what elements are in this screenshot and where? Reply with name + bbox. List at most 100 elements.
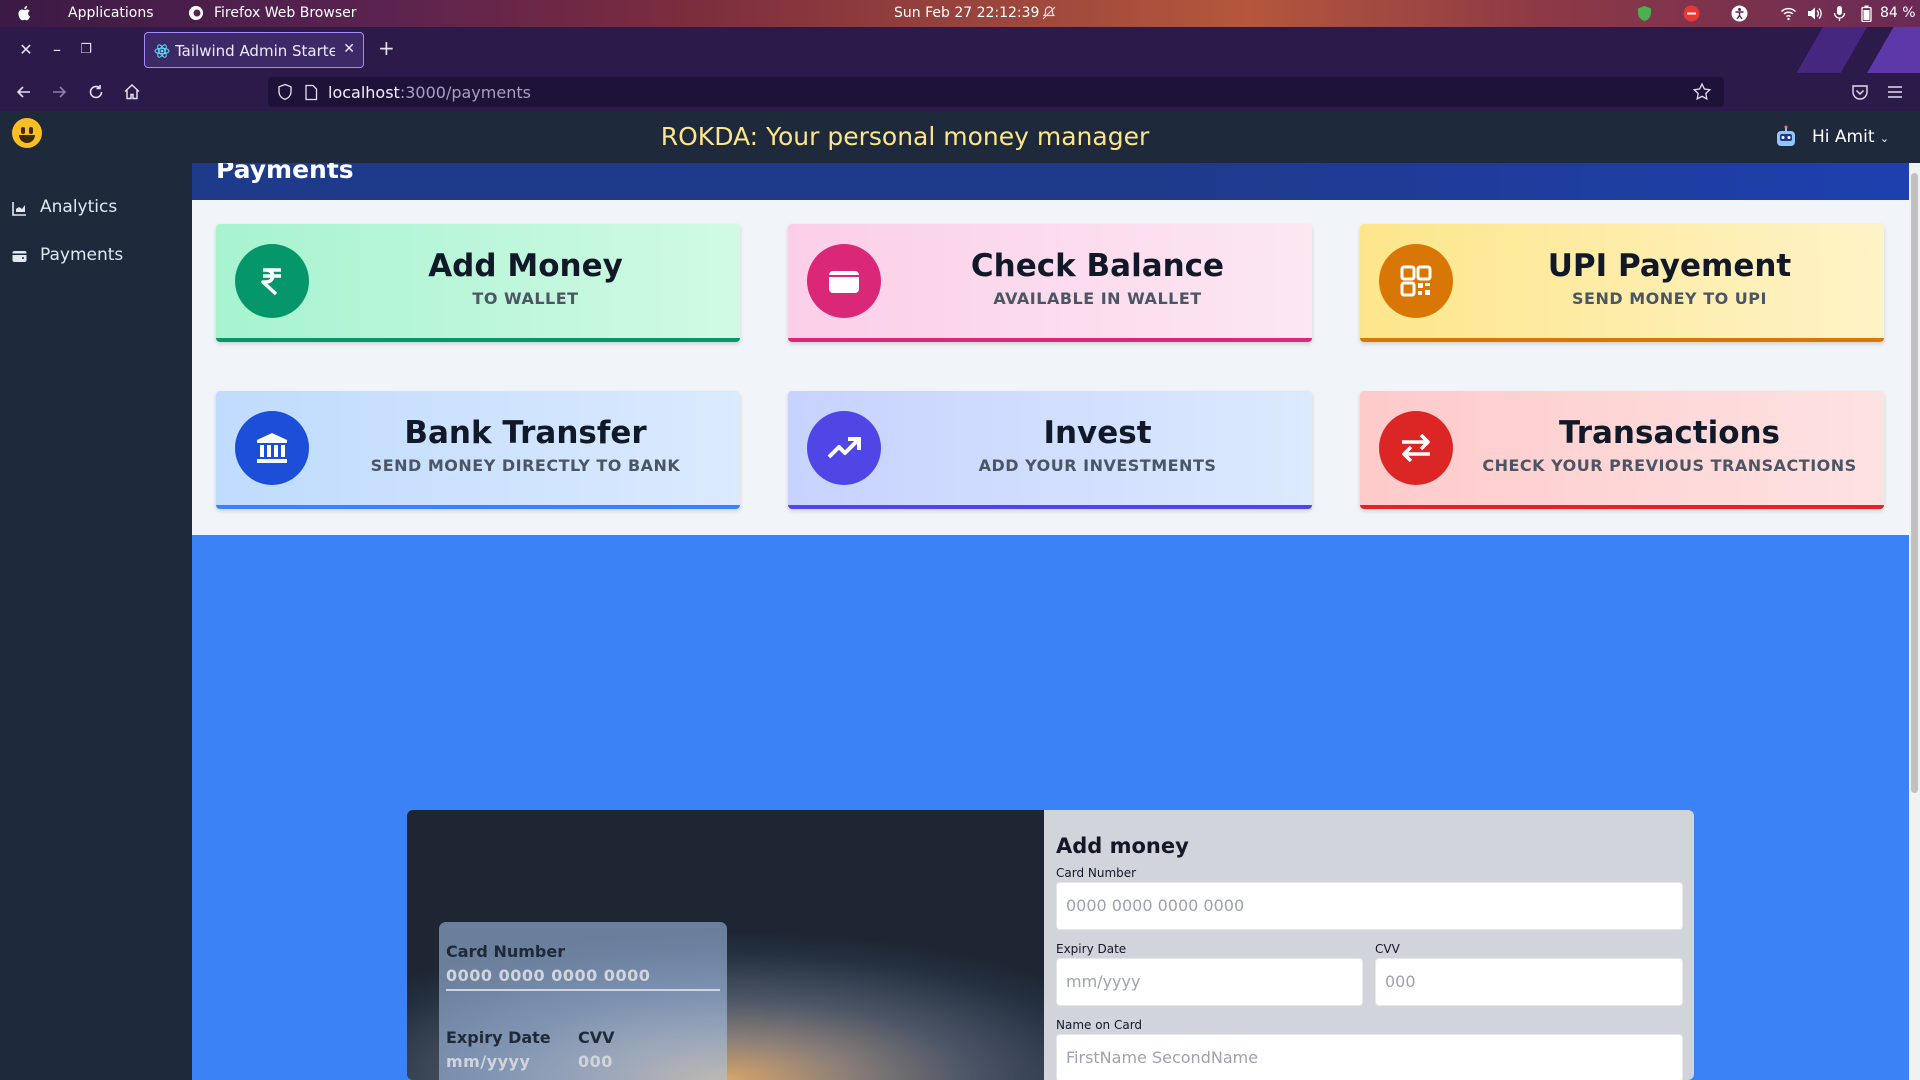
tile-subtitle: CHECK YOUR PREVIOUS TRANSACTIONS [1482,456,1857,475]
firefox-icon [189,6,203,20]
tile-subtitle: ADD YOUR INVESTMENTS [978,456,1217,475]
expiry-date-input[interactable]: mm/yyyy [1056,958,1363,1006]
tab-title: Tailwind Admin Starter [175,42,335,60]
check-balance-tile[interactable]: Check Balance AVAILABLE IN WALLET [788,224,1312,342]
tile-subtitle: AVAILABLE IN WALLET [993,289,1202,308]
card-preview-expiry-label: Expiry Date [446,1028,551,1047]
tile-title: Transactions [1558,415,1781,451]
chevron-down-icon: ⌄ [1879,132,1890,145]
name-on-card-label: Name on Card [1056,1018,1143,1032]
volume-icon[interactable] [1806,5,1823,22]
exchange-icon [1402,433,1430,463]
tracking-protection-icon[interactable] [276,83,294,101]
battery-icon[interactable] [1858,5,1875,22]
scrollbar-thumb[interactable] [1911,173,1918,793]
robot-avatar-icon [1777,125,1795,146]
do-not-disturb-icon[interactable] [1683,5,1700,22]
url-path: :3000/payments [399,83,531,102]
card-number-input[interactable]: 0000 0000 0000 0000 [1056,882,1683,930]
forward-arrow-icon[interactable] [48,81,70,103]
address-bar[interactable]: localhost:3000/payments [268,77,1724,107]
theme-decoration [1770,27,1920,73]
browser-nav-bar: localhost:3000/payments [0,73,1920,111]
card-preview-number-value: 0000 0000 0000 0000 [446,966,651,985]
main-content[interactable]: Payments Add Money TO WALLET Check Balan… [192,163,1909,1080]
browser-tab-active[interactable]: Tailwind Admin Starter ✕ [144,32,364,68]
trending-up-icon [827,437,861,459]
page-info-icon[interactable] [303,84,319,101]
tile-title: Bank Transfer [404,415,647,451]
cvv-input[interactable]: 000 [1375,958,1683,1006]
user-greeting: Hi Amit ⌄ [1812,127,1889,147]
app-title: ROKDA: Your personal money manager [660,122,1150,151]
wallet-icon [829,271,859,293]
minimize-window-icon[interactable]: – [45,38,69,62]
close-window-icon[interactable]: ✕ [14,38,38,62]
card-preview-divider [446,989,720,991]
sidebar-item-label: Payments [40,245,124,265]
qr-code-icon [1400,265,1432,297]
apple-logo-icon[interactable] [16,4,34,22]
upi-payment-icon-circle [1379,244,1453,318]
bank-icon [257,433,287,463]
tile-subtitle: SEND MONEY TO UPI [1572,289,1767,308]
sidebar: Analytics Payments [0,163,192,1080]
pocket-icon[interactable] [1850,82,1870,102]
card-preview-cvv-label: CVV [578,1028,615,1047]
page-scrollbar[interactable] [1909,163,1920,1080]
tile-title: Invest [1043,415,1152,451]
sunset-background-image: Card Number 0000 0000 0000 0000 Expiry D… [407,810,1044,1080]
new-tab-button[interactable]: + [378,36,395,60]
react-favicon-icon [154,44,170,58]
add-money-tile[interactable]: Add Money TO WALLET [216,224,740,342]
upi-payment-tile[interactable]: UPI Payement SEND MONEY TO UPI [1360,224,1884,342]
microphone-icon[interactable] [1831,5,1848,22]
tile-title: Check Balance [970,248,1225,284]
user-greeting-text: Hi Amit [1812,127,1875,147]
bookmark-star-icon[interactable] [1692,82,1712,102]
notifications-muted-icon [1042,6,1056,20]
tile-subtitle: TO WALLET [472,289,579,308]
wallet-icon [12,251,27,262]
rupee-icon [261,268,281,296]
page-title: Payments [216,163,354,184]
system-top-bar: Applications Firefox Web Browser Sun Feb… [0,0,1920,27]
chart-icon [12,202,26,216]
app-header: ROKDA: Your personal money manager Hi Am… [0,111,1920,163]
active-app-label[interactable]: Firefox Web Browser [214,5,357,21]
transactions-tile[interactable]: Transactions CHECK YOUR PREVIOUS TRANSAC… [1360,391,1884,509]
applications-menu[interactable]: Applications [68,5,154,21]
card-number-label: Card Number [1056,866,1137,880]
restore-window-icon[interactable]: ❐ [74,38,98,62]
clock[interactable]: Sun Feb 27 22:12:39 [894,5,1039,21]
close-tab-icon[interactable]: ✕ [343,41,355,57]
add-money-icon-circle [235,244,309,318]
action-tiles-section: Add Money TO WALLET Check Balance AVAILA… [192,200,1909,535]
bank-transfer-tile[interactable]: Bank Transfer SEND MONEY DIRECTLY TO BAN… [216,391,740,509]
card-preview: Card Number 0000 0000 0000 0000 Expiry D… [439,922,727,1080]
hamburger-menu-icon[interactable] [1885,82,1905,102]
card-preview-number-label: Card Number [446,942,566,961]
card-preview-expiry-value: mm/yyyy [446,1052,531,1071]
bank-transfer-icon-circle [235,411,309,485]
add-money-form: Add money Card Number 0000 0000 0000 000… [1044,810,1694,1080]
battery-percentage: 84 % [1880,5,1916,21]
home-icon[interactable] [121,81,143,103]
invest-tile[interactable]: Invest ADD YOUR INVESTMENTS [788,391,1312,509]
expiry-date-label: Expiry Date [1056,942,1127,956]
back-arrow-icon[interactable] [13,81,35,103]
browser-tab-strip: ✕ – ❐ Tailwind Admin Starter ✕ + [0,27,1920,73]
url-host: localhost [328,83,400,102]
accessibility-icon[interactable] [1731,5,1748,22]
name-on-card-input[interactable]: FirstName SecondName [1056,1034,1683,1080]
sidebar-item-label: Analytics [40,197,118,217]
shield-extension-icon[interactable] [1636,5,1653,22]
add-money-panel: Card Number 0000 0000 0000 0000 Expiry D… [407,810,1694,1080]
tile-title: Add Money [428,248,623,284]
cvv-label: CVV [1375,942,1400,956]
transactions-icon-circle [1379,411,1453,485]
wifi-icon[interactable] [1780,5,1797,22]
app-root: ROKDA: Your personal money manager Hi Am… [0,111,1920,1080]
card-preview-cvv-value: 000 [578,1052,613,1071]
reload-icon[interactable] [85,81,107,103]
